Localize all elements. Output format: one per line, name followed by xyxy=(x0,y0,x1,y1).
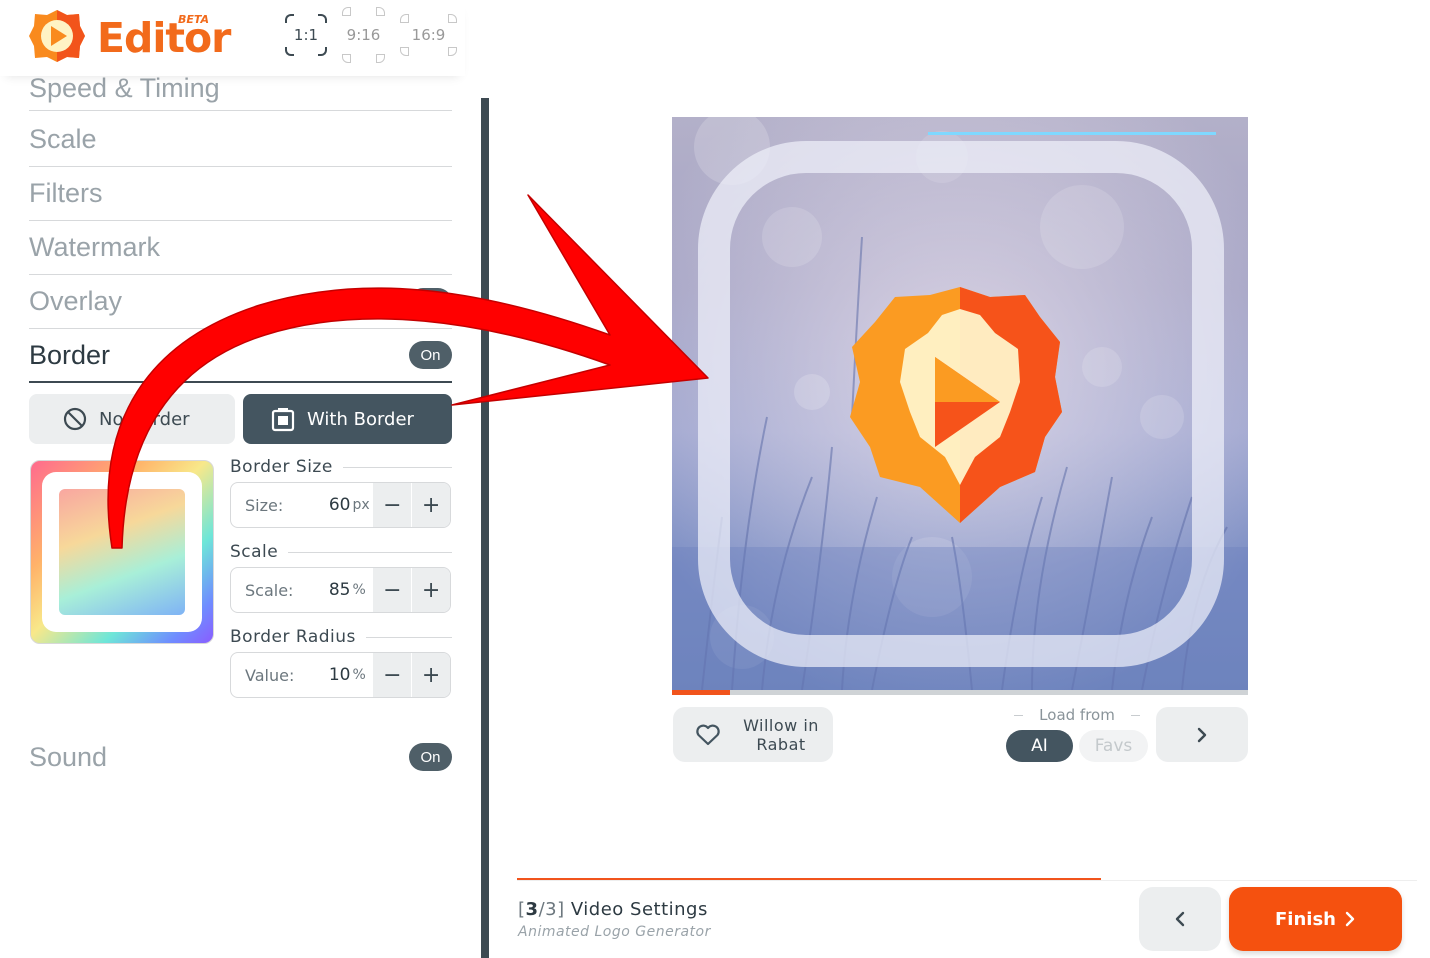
logo-icon xyxy=(29,10,85,62)
sidebar-scrollbar[interactable] xyxy=(481,98,489,958)
section-label: Overlay xyxy=(29,286,123,316)
field-label: Value: xyxy=(245,665,295,685)
decrement-button[interactable]: − xyxy=(372,483,412,527)
section-label: Sound xyxy=(29,741,108,772)
heart-icon xyxy=(696,724,720,745)
source-favs-button[interactable]: Favs xyxy=(1079,730,1148,762)
border-size-heading-text: Border Size xyxy=(230,457,333,477)
field-label: Scale: xyxy=(245,580,294,600)
border-size-heading: Border Size xyxy=(230,457,452,477)
favorite-name: Willow in Rabat xyxy=(743,715,819,754)
finish-button[interactable]: Finish xyxy=(1229,887,1402,951)
step-title: [3/3] Video Settings xyxy=(518,899,708,920)
increment-button[interactable]: + xyxy=(411,483,450,527)
scale-heading: Scale xyxy=(230,542,452,562)
scale-heading-text: Scale xyxy=(230,542,279,562)
no-border-button[interactable]: No Border xyxy=(29,394,235,444)
border-radius-field[interactable]: Value: 10 % − + xyxy=(230,652,451,698)
preview-frame xyxy=(42,472,202,632)
field-value[interactable]: 85 xyxy=(305,580,351,600)
border-toggle[interactable]: On xyxy=(409,341,452,369)
preview-scene xyxy=(672,117,1248,690)
favorite-button[interactable]: Willow in Rabat xyxy=(673,707,833,762)
plus-icon: + xyxy=(421,492,441,518)
no-border-icon xyxy=(63,407,87,431)
preview-fill xyxy=(59,489,185,615)
section-label: Filters xyxy=(29,178,103,208)
load-from-label: Load from xyxy=(1006,706,1148,724)
border-preview[interactable] xyxy=(30,460,214,644)
decrement-button[interactable]: − xyxy=(372,568,412,612)
step-subtitle: Animated Logo Generator xyxy=(518,924,711,940)
playback-progress-fill xyxy=(672,690,730,695)
section-label: Speed & Timing xyxy=(29,73,220,103)
section-overlay[interactable]: Overlay xyxy=(29,275,452,329)
border-radius-heading-text: Border Radius xyxy=(230,627,356,647)
plus-icon: + xyxy=(421,577,441,603)
decrement-button[interactable]: − xyxy=(372,653,412,697)
app-header: Editor BETA 1:1 9:16 16:9 xyxy=(0,0,465,76)
section-sound[interactable]: Sound On xyxy=(29,730,452,784)
field-value[interactable]: 60 xyxy=(305,495,351,515)
minus-icon: − xyxy=(383,662,402,688)
footer-divider xyxy=(517,880,1417,881)
source-ai-button[interactable]: AI xyxy=(1006,730,1073,762)
step-total: 3 xyxy=(545,899,558,920)
section-label: Scale xyxy=(29,124,97,154)
section-label: Border xyxy=(29,339,111,370)
step-current: 3 xyxy=(525,899,539,920)
section-watermark[interactable]: Watermark xyxy=(29,221,452,275)
ratio-label: 1:1 xyxy=(293,26,319,44)
ratio-1-1-button[interactable]: 1:1 xyxy=(285,14,327,56)
section-filters[interactable]: Filters xyxy=(29,167,452,221)
minus-icon: − xyxy=(383,492,402,518)
beta-badge: BETA xyxy=(178,13,210,26)
finish-label: Finish xyxy=(1275,908,1336,930)
step-title-text: Video Settings xyxy=(570,899,708,920)
ratio-9-16-button[interactable]: 9:16 xyxy=(342,7,385,63)
minus-icon: − xyxy=(383,577,402,603)
increment-button[interactable]: + xyxy=(411,568,450,612)
field-value[interactable]: 10 xyxy=(305,665,351,685)
sound-toggle[interactable]: On xyxy=(409,743,452,771)
with-border-label: With Border xyxy=(307,408,414,430)
field-label: Size: xyxy=(245,495,284,515)
field-unit: % xyxy=(352,582,366,598)
increment-button[interactable]: + xyxy=(411,653,450,697)
field-unit: % xyxy=(352,667,366,683)
section-border[interactable]: Border On xyxy=(29,329,452,383)
load-from-text: Load from xyxy=(1039,706,1115,724)
video-preview[interactable] xyxy=(672,117,1248,690)
section-speed-timing[interactable]: Speed & Timing xyxy=(29,73,452,111)
ratio-label: 9:16 xyxy=(346,26,381,44)
no-border-label: No Border xyxy=(99,408,190,430)
next-preview-button[interactable] xyxy=(1156,707,1248,762)
chevron-right-icon xyxy=(1345,911,1355,927)
ratio-label: 16:9 xyxy=(411,26,446,44)
back-button[interactable] xyxy=(1139,887,1221,951)
chevron-left-icon xyxy=(1175,911,1185,927)
with-border-button[interactable]: With Border xyxy=(243,394,452,444)
chevron-right-icon xyxy=(1197,727,1207,742)
ratio-16-9-button[interactable]: 16:9 xyxy=(400,14,457,56)
section-label: Watermark xyxy=(29,232,161,262)
plus-icon: + xyxy=(421,662,441,688)
preview-top-progress xyxy=(928,132,1216,135)
app-name: Editor xyxy=(97,14,231,62)
overlay-toggle[interactable] xyxy=(409,287,452,316)
playback-progress-bar[interactable] xyxy=(672,690,1248,695)
border-size-field[interactable]: Size: 60 px − + xyxy=(230,482,451,528)
field-unit: px xyxy=(352,497,370,513)
border-radius-heading: Border Radius xyxy=(230,627,452,647)
frame-icon xyxy=(271,408,295,432)
scale-field[interactable]: Scale: 85 % − + xyxy=(230,567,451,613)
section-scale[interactable]: Scale xyxy=(29,113,452,167)
